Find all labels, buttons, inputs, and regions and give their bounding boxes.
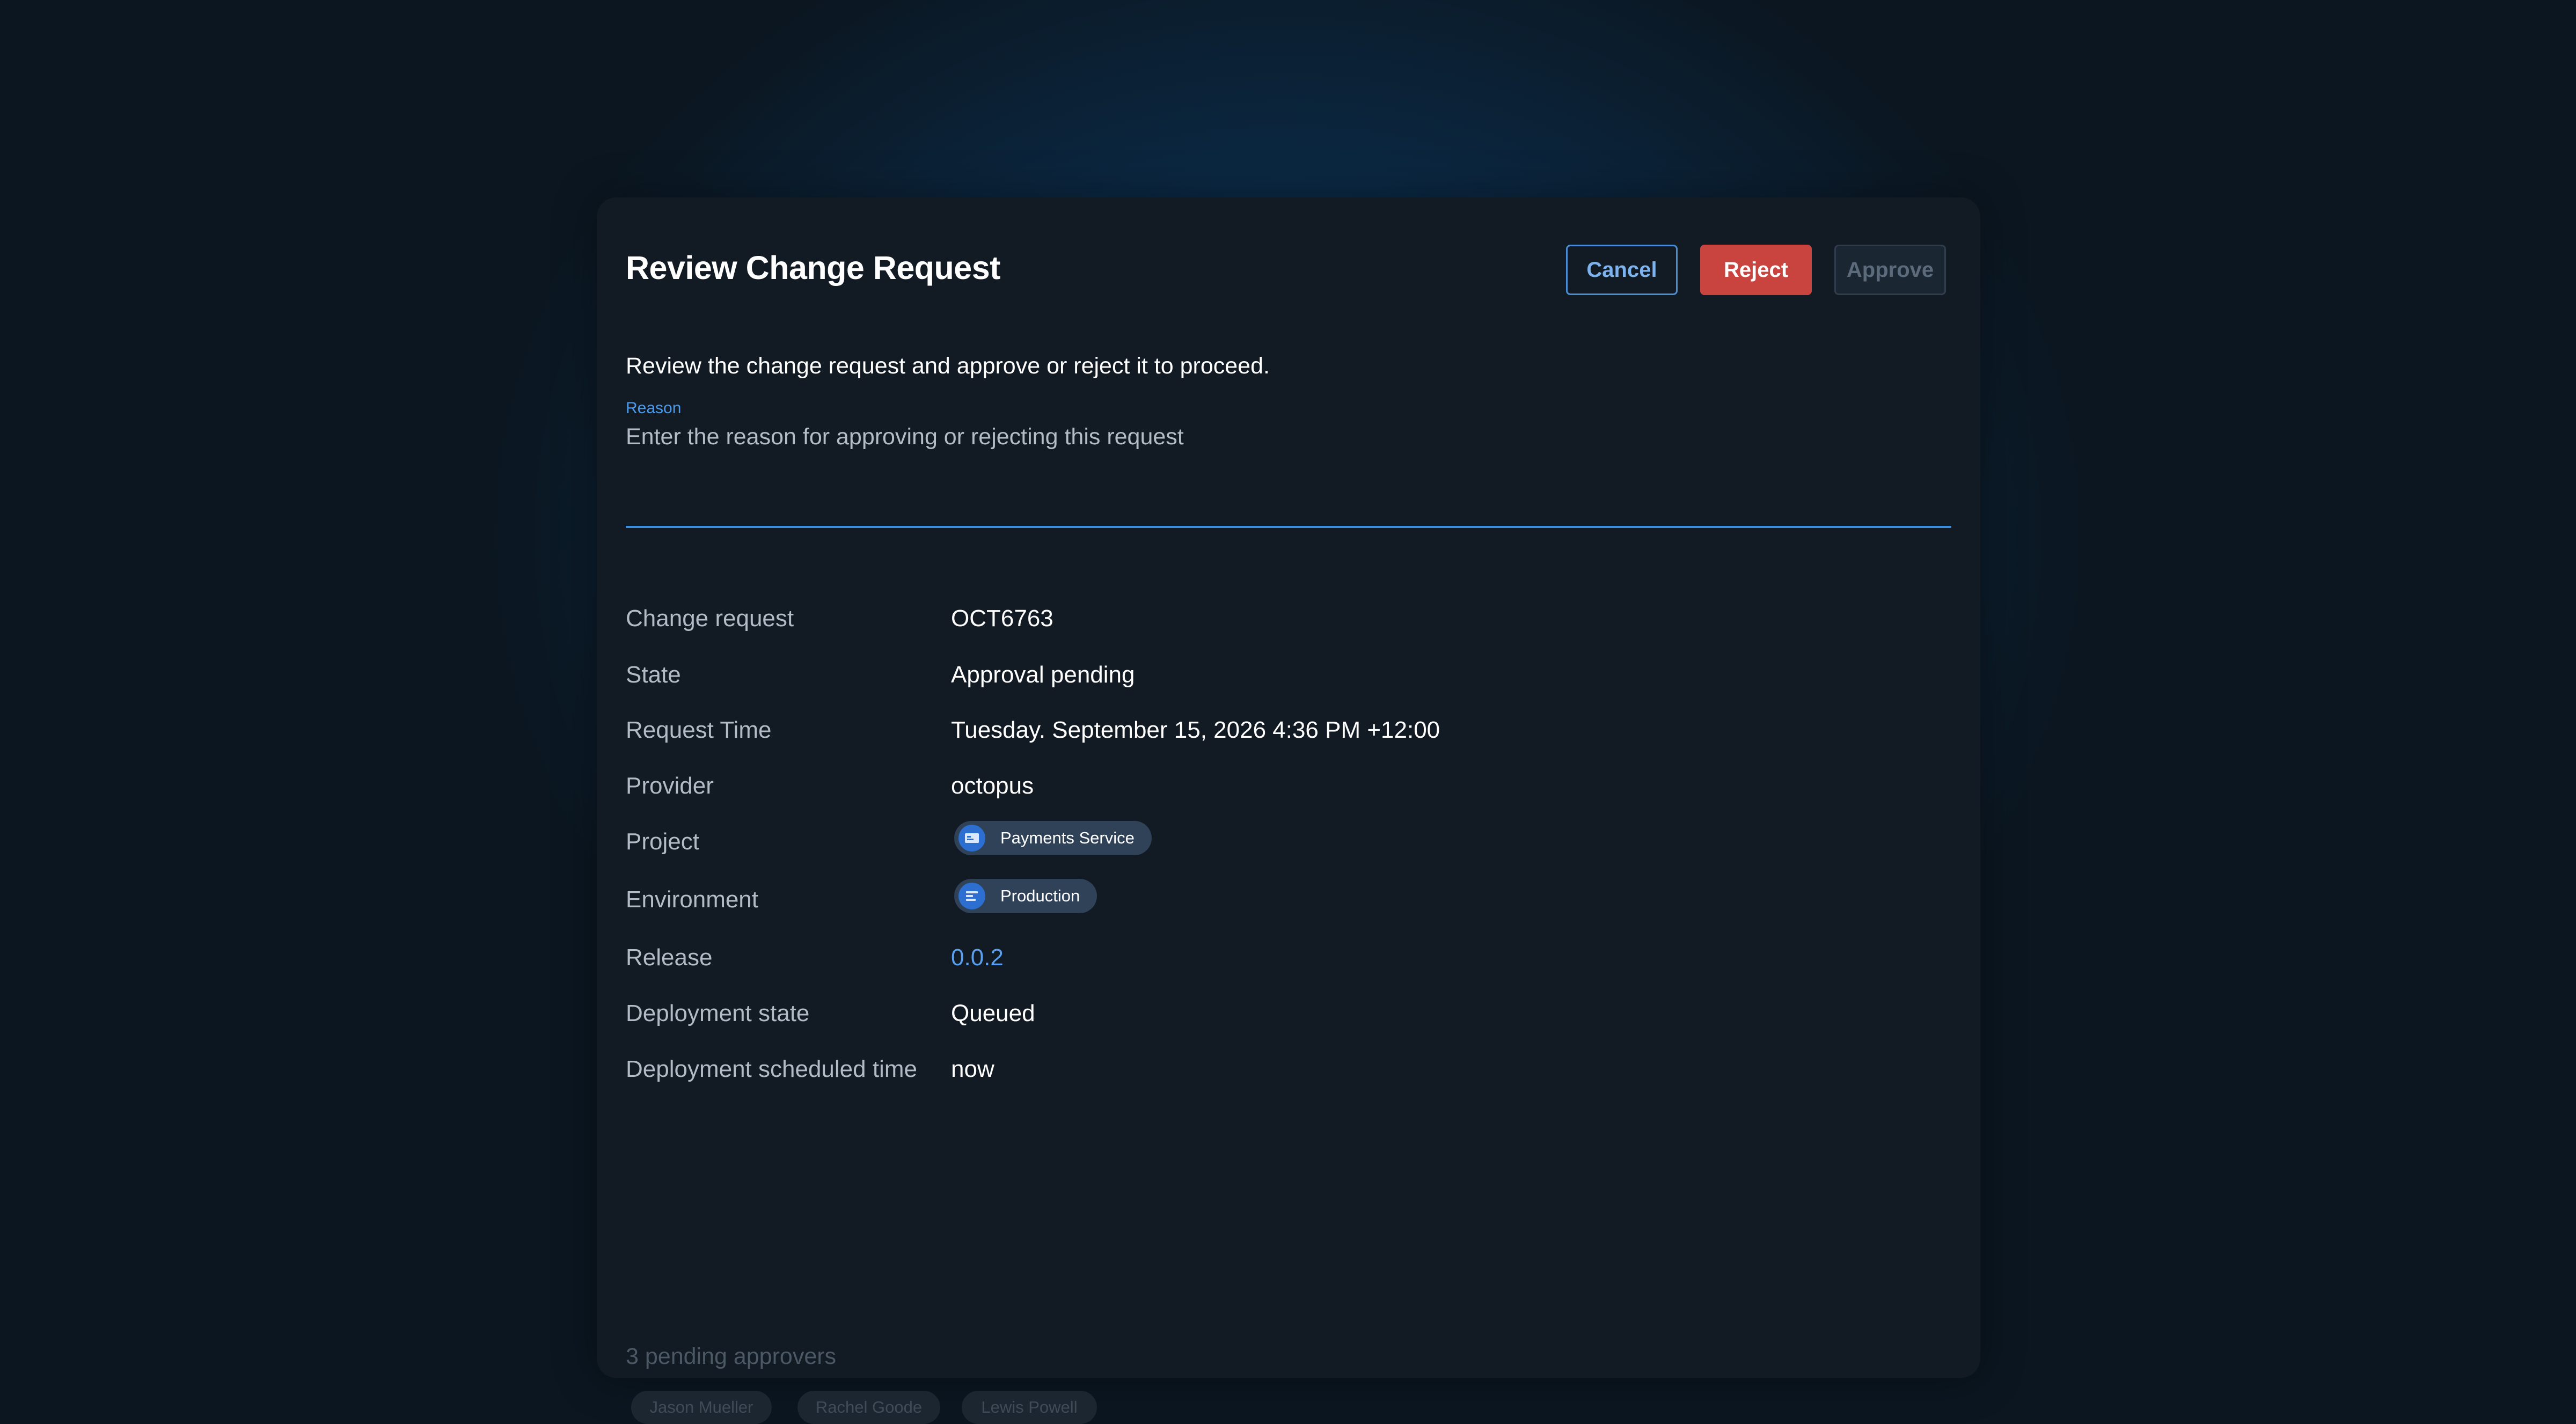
pending-approvers-title: 3 pending approvers	[626, 1344, 837, 1369]
project-chip[interactable]: Payments Service	[954, 821, 1152, 855]
provider-value: octopus	[951, 773, 1034, 799]
detail-label: State	[626, 662, 681, 688]
environment-chip[interactable]: Production	[954, 879, 1097, 913]
detail-label: Project	[626, 828, 699, 855]
approve-button[interactable]: Approve	[1834, 245, 1946, 295]
request-time-value: Tuesday. September 15, 2026 4:36 PM +12:…	[951, 717, 1440, 743]
detail-label: Request Time	[626, 717, 772, 743]
dialog-description: Review the change request and approve or…	[626, 353, 1270, 379]
approver-chip: Jason Mueller	[631, 1391, 772, 1424]
detail-label: Deployment state	[626, 1000, 810, 1026]
deployment-state-value: Queued	[951, 1000, 1035, 1026]
state-value: Approval pending	[951, 662, 1135, 688]
dialog-title: Review Change Request	[626, 249, 1000, 286]
review-dialog: Review Change Request Cancel Reject Appr…	[597, 197, 1980, 1424]
project-name: Payments Service	[1000, 828, 1135, 847]
project-card-icon	[958, 825, 985, 852]
change-request-id: OCT6763	[951, 605, 1053, 632]
detail-label: Environment	[626, 886, 759, 913]
environment-name: Production	[1000, 886, 1080, 905]
environment-bars-icon	[958, 883, 985, 909]
detail-label: Provider	[626, 773, 714, 799]
reason-label: Reason	[626, 399, 682, 417]
cancel-button[interactable]: Cancel	[1566, 245, 1678, 295]
detail-label: Release	[626, 944, 713, 971]
deployment-scheduled-time-value: now	[951, 1056, 994, 1082]
approver-chip: Lewis Powell	[962, 1391, 1097, 1424]
detail-label: Deployment scheduled time	[626, 1056, 917, 1082]
reject-button[interactable]: Reject	[1700, 245, 1812, 295]
release-link[interactable]: 0.0.2	[951, 944, 1004, 971]
approver-chip: Rachel Goode	[797, 1391, 940, 1424]
reason-input[interactable]	[626, 424, 1951, 528]
detail-label: Change request	[626, 605, 794, 632]
